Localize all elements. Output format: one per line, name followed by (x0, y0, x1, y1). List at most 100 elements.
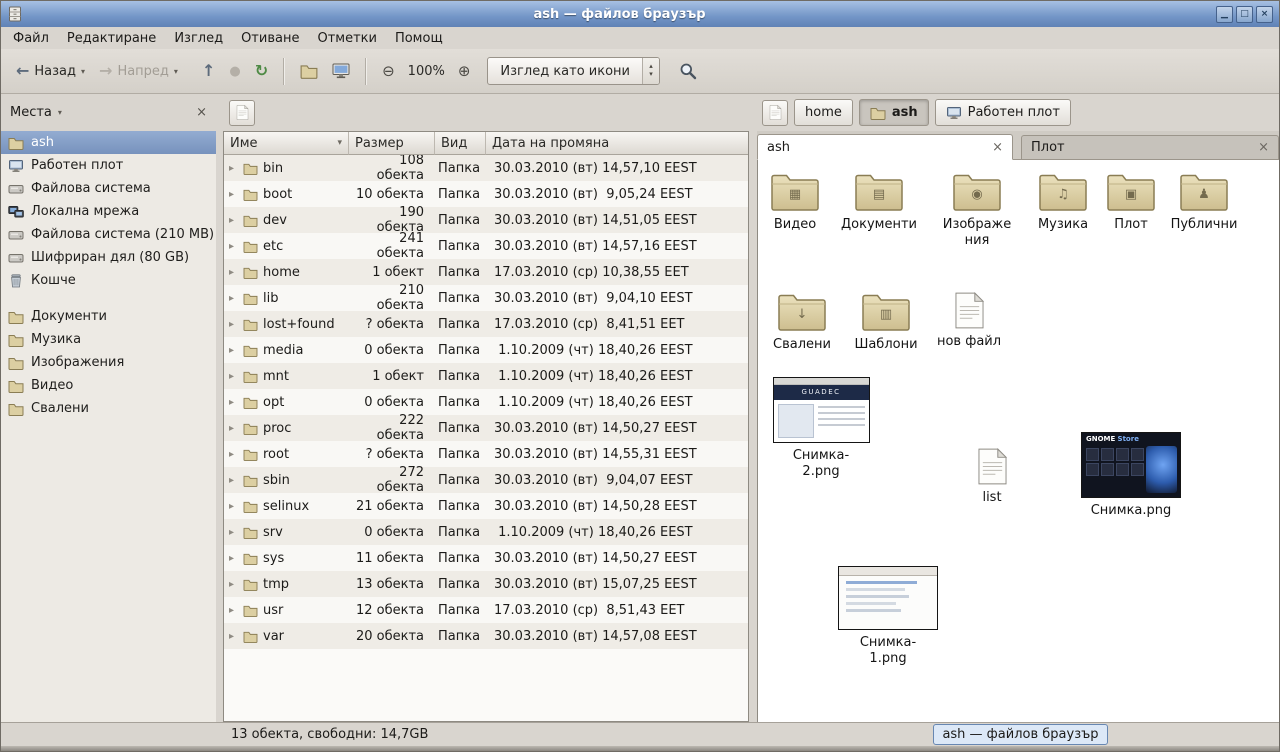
sidebar-item[interactable]: Кошче (1, 269, 216, 292)
column-header[interactable]: Дата на промяна (486, 132, 748, 155)
tab-close-icon[interactable]: × (992, 140, 1003, 155)
column-header[interactable]: Вид (435, 132, 486, 155)
zoom-out-button[interactable]: ⊖ (375, 60, 402, 83)
places-dropdown-icon[interactable]: ▾ (58, 108, 62, 117)
menu-item[interactable]: Помощ (386, 28, 452, 49)
expander-icon[interactable]: ▸ (229, 501, 238, 512)
menu-item[interactable]: Изглед (165, 28, 232, 49)
view-mode-stepper[interactable]: ▴ ▾ (642, 58, 659, 84)
expander-icon[interactable]: ▸ (229, 293, 238, 304)
table-row[interactable]: ▸home1 обектПапка17.03.2010 (ср) 10,38,5… (224, 259, 748, 285)
view-mode-select[interactable]: Изглед като икони ▴ ▾ (487, 57, 660, 85)
expander-icon[interactable]: ▸ (229, 631, 238, 642)
forward-button[interactable]: → Напред ▾ (92, 59, 185, 83)
tab-close-icon[interactable]: × (1258, 140, 1269, 155)
expander-icon[interactable]: ▸ (229, 449, 238, 460)
sidebar-item[interactable]: Локална мрежа (1, 200, 216, 223)
sidebar-item[interactable]: Документи (1, 305, 216, 328)
icon-item[interactable]: Снимка-1.png (838, 566, 938, 666)
table-row[interactable]: ▸lib210 обектаПапка30.03.2010 (вт) 9,04,… (224, 285, 748, 311)
table-row[interactable]: ▸root? обектаПапка30.03.2010 (вт) 14,55,… (224, 441, 748, 467)
table-row[interactable]: ▸proc222 обектаПапка30.03.2010 (вт) 14,5… (224, 415, 748, 441)
expander-icon[interactable]: ▸ (229, 475, 238, 486)
expander-icon[interactable]: ▸ (229, 189, 238, 200)
places-close-icon[interactable]: × (196, 105, 207, 120)
sidebar-item[interactable]: Свалени (1, 397, 216, 420)
icon-item[interactable]: list (966, 448, 1018, 506)
menu-item[interactable]: Файл (4, 28, 58, 49)
icon-item[interactable]: ▦Видео (758, 172, 832, 233)
expander-icon[interactable]: ▸ (229, 371, 238, 382)
tab[interactable]: ash× (757, 134, 1013, 160)
table-row[interactable]: ▸var20 обектаПапка30.03.2010 (вт) 14,57,… (224, 623, 748, 649)
column-header[interactable]: Име▾ (224, 132, 349, 155)
table-row[interactable]: ▸usr12 обектаПапка17.03.2010 (ср) 8,51,4… (224, 597, 748, 623)
sidebar-item[interactable]: Файлова система (1, 177, 216, 200)
icon-item[interactable]: GUADECСнимка-2.png (773, 377, 870, 479)
pane-splitter[interactable] (216, 94, 223, 722)
expander-icon[interactable]: ▸ (229, 163, 238, 174)
expander-icon[interactable]: ▸ (229, 319, 238, 330)
table-row[interactable]: ▸lost+found? обектаПапка17.03.2010 (ср) … (224, 311, 748, 337)
icon-item[interactable]: ▥Шаблони (852, 292, 920, 353)
search-button[interactable] (672, 58, 704, 84)
expander-icon[interactable]: ▸ (229, 345, 238, 356)
table-row[interactable]: ▸bin108 обектаПапка30.03.2010 (вт) 14,57… (224, 155, 748, 181)
expander-icon[interactable]: ▸ (229, 241, 238, 252)
icon-item[interactable]: ▤Документи (836, 172, 922, 233)
zoom-in-button[interactable]: ⊕ (451, 60, 478, 83)
path-button[interactable]: Работен плот (935, 99, 1071, 126)
sidebar-item[interactable]: Шифриран дял (80 GB) (1, 246, 216, 269)
pane-splitter-2[interactable] (749, 94, 757, 722)
table-row[interactable]: ▸etc241 обектаПапка30.03.2010 (вт) 14,57… (224, 233, 748, 259)
table-row[interactable]: ▸opt0 обектаПапка 1.10.2009 (чт) 18,40,2… (224, 389, 748, 415)
home-button[interactable] (293, 59, 325, 83)
sidebar-item[interactable]: ash (1, 131, 216, 154)
places-title[interactable]: Места (10, 105, 52, 120)
icon-item[interactable]: нов файл (936, 292, 1002, 350)
table-row[interactable]: ▸srv0 обектаПапка 1.10.2009 (чт) 18,40,2… (224, 519, 748, 545)
expander-icon[interactable]: ▸ (229, 423, 238, 434)
table-row[interactable]: ▸sbin272 обектаПапка30.03.2010 (вт) 9,04… (224, 467, 748, 493)
sidebar-item[interactable]: Изображения (1, 351, 216, 374)
expander-icon[interactable]: ▸ (229, 605, 238, 616)
tab[interactable]: Плот× (1021, 135, 1279, 159)
menu-item[interactable]: Отиване (232, 28, 308, 49)
table-row[interactable]: ▸selinux21 обектаПапка30.03.2010 (вт) 14… (224, 493, 748, 519)
taskbar-window-button[interactable]: ash — файлов браузър (933, 724, 1108, 745)
back-button[interactable]: ← Назад ▾ (9, 59, 92, 83)
icon-item[interactable]: ◉Изображения (940, 172, 1014, 248)
icon-item[interactable]: ♫Музика (1033, 172, 1093, 233)
table-row[interactable]: ▸sys11 обектаПапка30.03.2010 (вт) 14,50,… (224, 545, 748, 571)
expander-icon[interactable]: ▸ (229, 215, 238, 226)
stop-button[interactable]: ● (222, 61, 247, 82)
back-dropdown-icon[interactable]: ▾ (81, 67, 85, 76)
table-row[interactable]: ▸boot10 обектаПапка30.03.2010 (вт) 9,05,… (224, 181, 748, 207)
maximize-button[interactable]: □ (1236, 6, 1253, 23)
pathbar-root-button[interactable] (762, 100, 788, 126)
location-toggle-button[interactable] (229, 100, 255, 126)
icon-item[interactable]: GNOME StoreСнимка.png (1081, 432, 1181, 519)
path-button[interactable]: ash (859, 99, 929, 126)
close-button[interactable]: × (1256, 6, 1273, 23)
forward-dropdown-icon[interactable]: ▾ (174, 67, 178, 76)
expander-icon[interactable]: ▸ (229, 527, 238, 538)
sidebar-item[interactable]: Видео (1, 374, 216, 397)
titlebar[interactable]: ash — файлов браузър ▁ □ × (1, 1, 1279, 27)
expander-icon[interactable]: ▸ (229, 267, 238, 278)
icon-item[interactable]: ♟Публични (1168, 172, 1240, 233)
sidebar-item[interactable]: Работен плот (1, 154, 216, 177)
table-row[interactable]: ▸mnt1 обектПапка 1.10.2009 (чт) 18,40,26… (224, 363, 748, 389)
expander-icon[interactable]: ▸ (229, 579, 238, 590)
up-button[interactable]: ↑ (195, 59, 222, 83)
table-row[interactable]: ▸media0 обектаПапка 1.10.2009 (чт) 18,40… (224, 337, 748, 363)
sidebar-item[interactable]: Музика (1, 328, 216, 351)
menu-item[interactable]: Отметки (308, 28, 385, 49)
expander-icon[interactable]: ▸ (229, 553, 238, 564)
computer-button[interactable] (325, 59, 357, 83)
table-row[interactable]: ▸dev190 обектаПапка30.03.2010 (вт) 14,51… (224, 207, 748, 233)
icon-item[interactable]: ↓Свалени (769, 292, 835, 353)
column-header[interactable]: Размер (349, 132, 435, 155)
expander-icon[interactable]: ▸ (229, 397, 238, 408)
menu-item[interactable]: Редактиране (58, 28, 165, 49)
